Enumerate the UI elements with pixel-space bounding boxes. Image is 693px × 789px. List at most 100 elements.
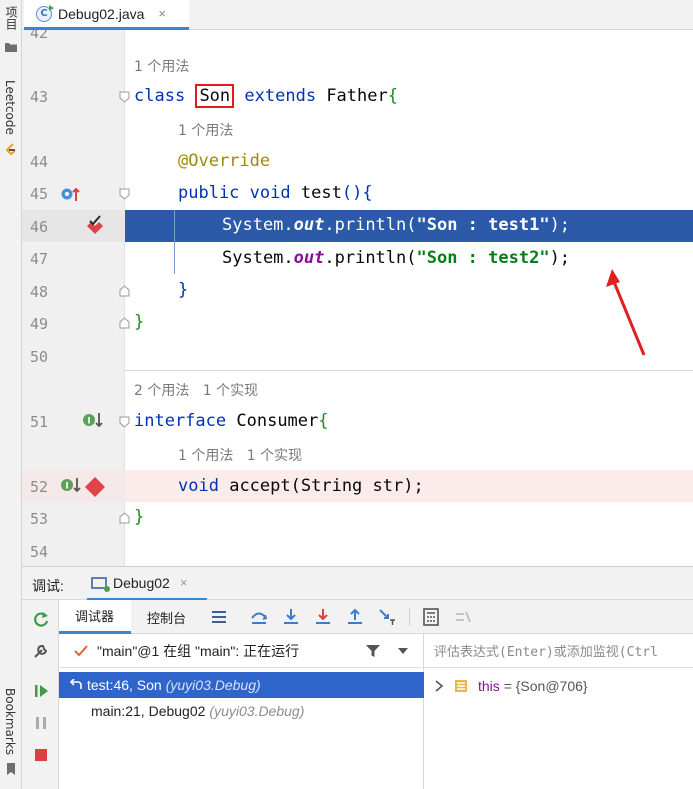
- code-line-53: }: [134, 507, 145, 527]
- return-arrow-icon: [69, 679, 82, 689]
- variable-name-text: this: [478, 678, 500, 694]
- keyword: public: [178, 183, 240, 203]
- step-out-icon[interactable]: [345, 607, 365, 627]
- tab-debugger[interactable]: 调试器: [59, 600, 131, 634]
- line-number: 54: [30, 543, 49, 561]
- usage-hint[interactable]: 2 个用法 1 个实现: [134, 380, 258, 400]
- toolbar-divider: [409, 608, 410, 626]
- fold-marker-icon[interactable]: [118, 285, 131, 298]
- frames-panel: "main"@1 在组 "main": 正在运行 test:46, Son (y…: [59, 634, 424, 789]
- fold-marker-icon[interactable]: [118, 90, 131, 103]
- code-line-46: System.out.println("Son : test1");: [222, 215, 570, 235]
- line-number: 45: [30, 185, 49, 203]
- folder-icon[interactable]: [4, 40, 18, 54]
- code-token: );: [549, 248, 571, 268]
- code-separator: [125, 370, 693, 371]
- close-icon[interactable]: ×: [158, 6, 166, 21]
- fold-marker-icon[interactable]: [118, 317, 131, 330]
- variable-row[interactable]: this = {Son@706}: [424, 674, 693, 698]
- line-number: 46: [30, 218, 49, 236]
- line-number: 47: [30, 250, 49, 268]
- bookmark-icon[interactable]: [4, 762, 18, 776]
- evaluate-expression-input[interactable]: 评估表达式(Enter)或添加监视(Ctrl: [424, 634, 693, 668]
- bookmarks-tool-label[interactable]: Bookmarks: [3, 688, 17, 755]
- project-tool-label[interactable]: 项目: [3, 6, 20, 30]
- override-annotation: @Override: [178, 151, 271, 171]
- indent-guide: [174, 210, 175, 274]
- method-name: test: [300, 183, 342, 203]
- chevron-down-icon[interactable]: [397, 647, 409, 655]
- resume-icon[interactable]: [32, 682, 50, 700]
- usage-hint[interactable]: 1 个用法: [134, 56, 189, 76]
- implemented-interface-icon[interactable]: I: [82, 411, 104, 431]
- method-name: accept: [229, 476, 291, 496]
- stack-frame[interactable]: main:21, Debug02 (yuyi03.Debug): [59, 698, 424, 724]
- rerun-icon[interactable]: [32, 610, 50, 628]
- svg-text:I: I: [65, 482, 68, 492]
- code-token: .println(: [324, 248, 417, 268]
- step-into-icon[interactable]: [281, 607, 301, 627]
- run-to-cursor-icon[interactable]: [377, 607, 397, 627]
- usage-hint[interactable]: 1 个用法 1 个实现: [178, 445, 302, 465]
- pause-icon[interactable]: [32, 714, 50, 732]
- fold-marker-icon[interactable]: [118, 187, 131, 200]
- step-over-icon[interactable]: [249, 607, 269, 627]
- wrench-icon[interactable]: [32, 642, 50, 660]
- filter-icon[interactable]: [365, 643, 381, 659]
- code-token: System.: [222, 215, 294, 235]
- breakpoint-reached-icon[interactable]: [84, 214, 106, 236]
- code-line-43: class Son extends Father{: [134, 84, 398, 108]
- debug-header-label: 调试:: [32, 578, 64, 594]
- java-class-icon: C: [36, 4, 54, 22]
- code-token: );: [549, 215, 571, 235]
- thread-selector[interactable]: "main"@1 在组 "main": 正在运行: [59, 634, 424, 668]
- tab-console[interactable]: 控制台: [147, 600, 207, 634]
- code-line-45: public void test(){: [178, 183, 373, 203]
- debug-subtab-bar: 调试器 控制台: [59, 600, 693, 634]
- code-editor[interactable]: 42 1 个用法 43 class Son extends Father{ 1 …: [22, 30, 693, 566]
- usage-hint[interactable]: 1 个用法: [178, 120, 233, 140]
- code-line-47: System.out.println("Son : test2");: [222, 248, 570, 268]
- line-number: 43: [30, 88, 49, 106]
- keyword: interface: [134, 411, 227, 431]
- variable-value: = {Son@706}: [503, 678, 588, 694]
- editor-tab-bar: C Debug02.java ×: [22, 0, 693, 30]
- field-icon: [455, 680, 467, 692]
- evaluate-expression-icon[interactable]: [421, 607, 441, 627]
- line-number: 44: [30, 153, 49, 171]
- stack-frame[interactable]: test:46, Son (yuyi03.Debug): [59, 672, 424, 698]
- debug-session-tab[interactable]: Debug02 ×: [87, 567, 207, 601]
- debug-tool-window: 调试器 控制台 "main"@1 在组 "main": 正在运行 test:46…: [22, 600, 693, 789]
- line-number: 48: [30, 283, 49, 301]
- line-number: 42: [30, 30, 49, 42]
- fold-marker-icon[interactable]: [118, 512, 131, 525]
- force-step-into-icon[interactable]: [313, 607, 333, 627]
- editor-tab-debug02[interactable]: C Debug02.java ×: [24, 0, 189, 30]
- fold-marker-icon[interactable]: [118, 415, 131, 428]
- menu-lines-icon[interactable]: [209, 607, 229, 627]
- thread-label: "main"@1 在组 "main": 正在运行: [97, 642, 300, 659]
- code-line-52: void accept(String str);: [178, 476, 424, 496]
- code-line-51: interface Consumer{: [134, 411, 329, 431]
- editor-tab-label: Debug02.java: [58, 5, 145, 22]
- line-number: 51: [30, 413, 49, 431]
- breakpoint-icon[interactable]: [84, 476, 106, 498]
- trace-streams-icon[interactable]: [453, 607, 473, 627]
- svg-text:I: I: [87, 417, 90, 427]
- leetcode-icon[interactable]: [4, 142, 18, 156]
- overrides-method-icon[interactable]: [60, 185, 82, 203]
- debug-session-icon: [91, 576, 110, 592]
- check-icon: [74, 644, 88, 656]
- line-number: 50: [30, 348, 49, 366]
- keyword: void: [249, 183, 291, 203]
- implemented-method-icon[interactable]: I: [58, 476, 82, 496]
- frame-method: main:21, Debug02: [91, 703, 206, 719]
- line-number: 53: [30, 510, 49, 528]
- leetcode-tool-label[interactable]: Leetcode: [3, 80, 17, 135]
- stop-icon[interactable]: [32, 746, 50, 764]
- close-icon[interactable]: ×: [180, 575, 188, 590]
- chevron-right-icon[interactable]: [434, 680, 444, 692]
- variable-name: this = {Son@706}: [478, 678, 588, 694]
- left-tool-strip: 项目 Leetcode Bookmarks: [0, 0, 22, 789]
- highlighted-class-name: Son: [195, 84, 235, 108]
